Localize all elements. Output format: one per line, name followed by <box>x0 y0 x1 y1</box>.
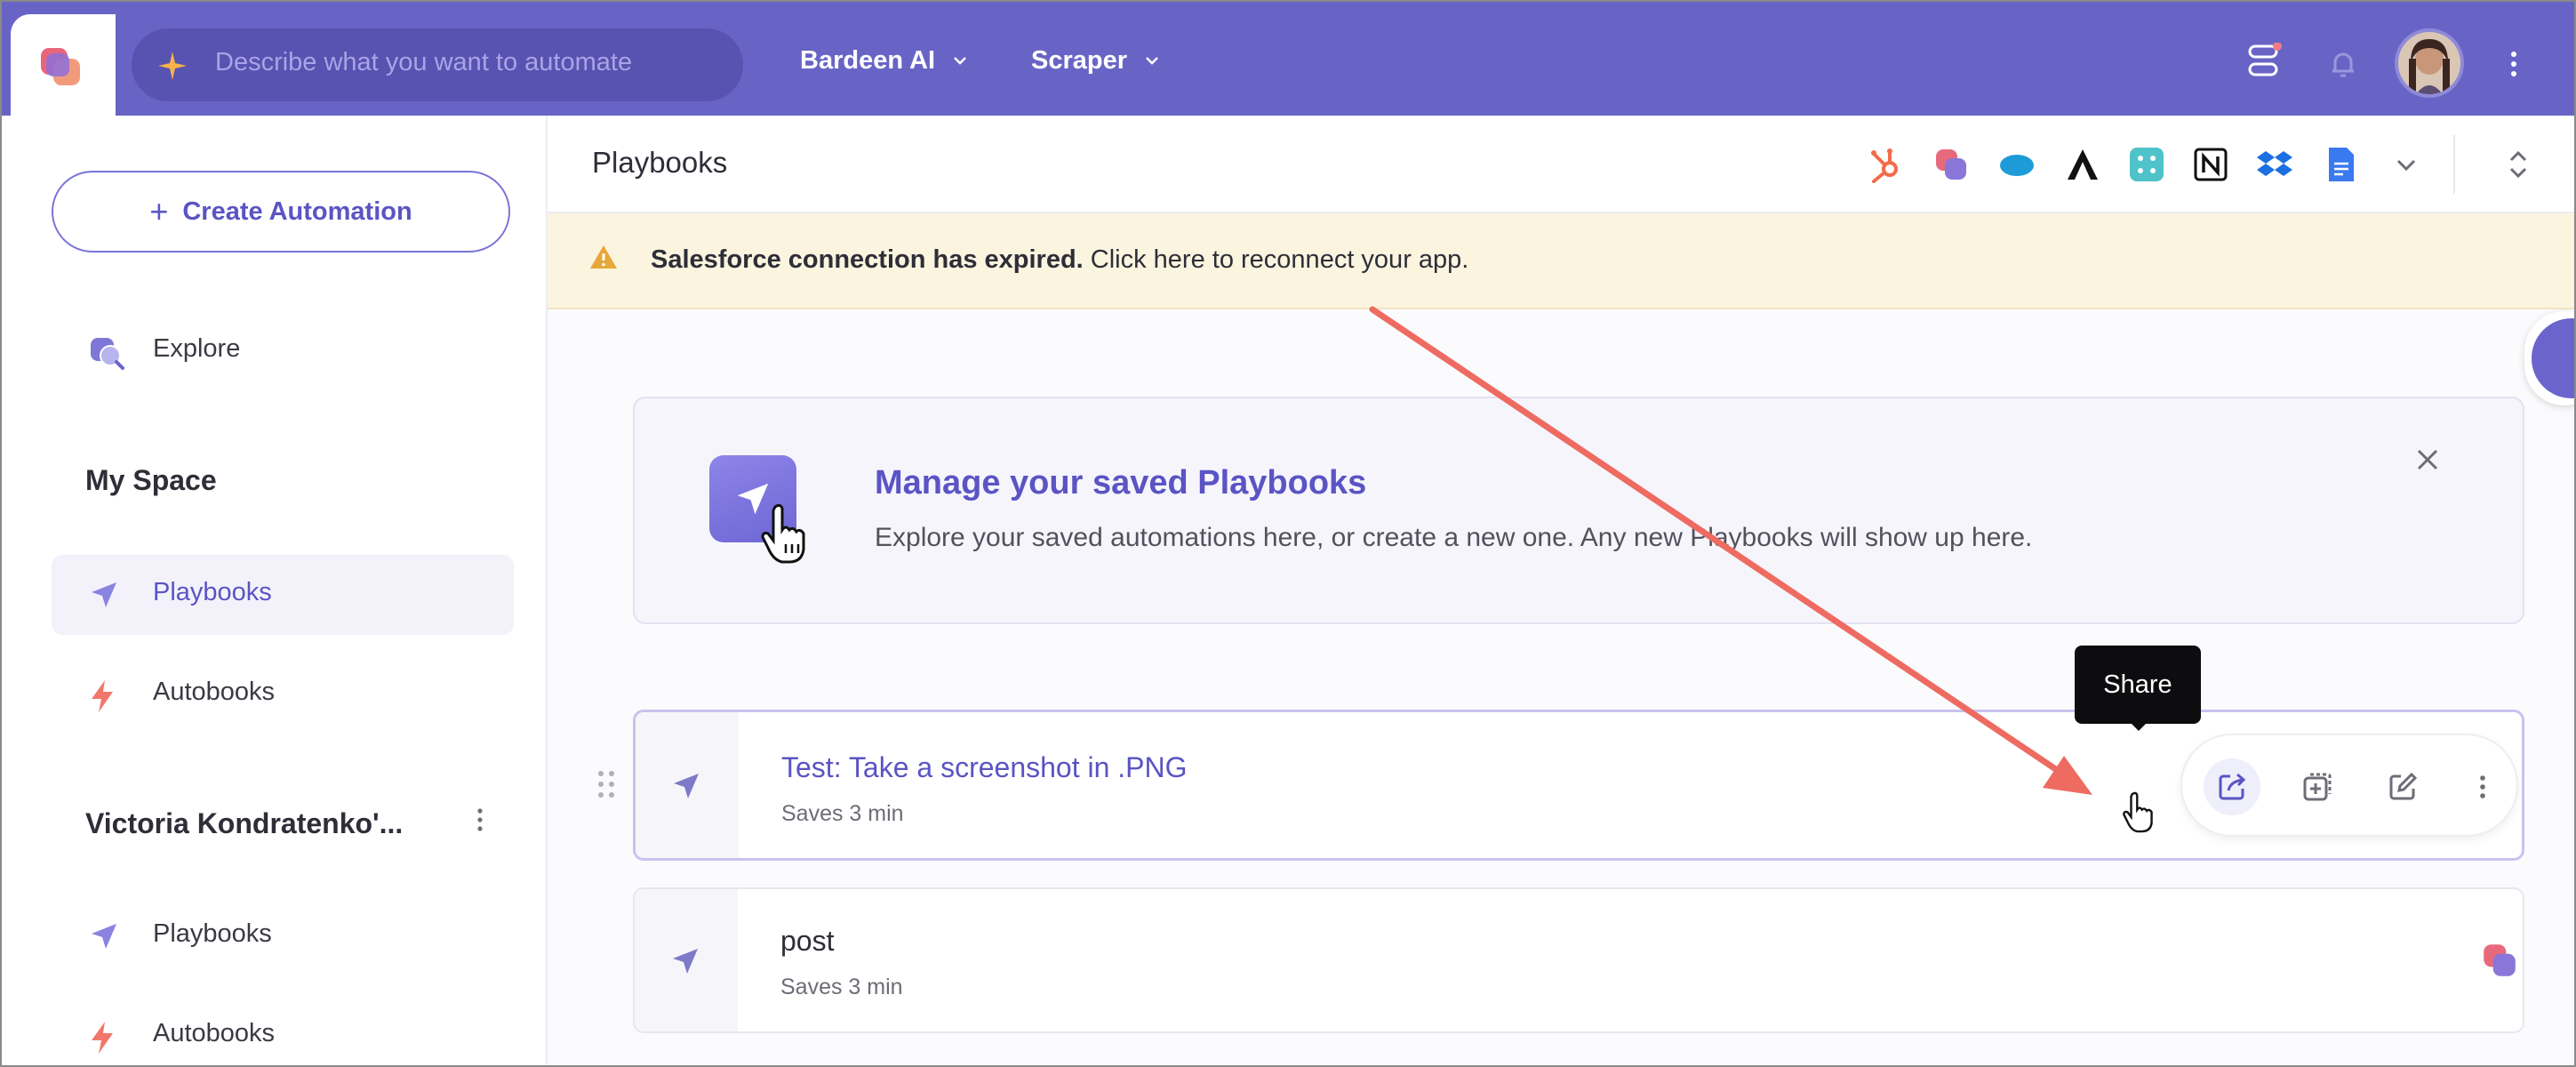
duplicate-button[interactable] <box>2289 758 2346 815</box>
explore-label: Explore <box>153 334 241 363</box>
reconnect-alert[interactable]: Salesforce connection has expired. Click… <box>548 213 2574 309</box>
share-tooltip: Share <box>2075 646 2201 731</box>
main-content: Playbooks Salesforce connection has expi… <box>548 116 2574 1065</box>
playbook-name[interactable]: post <box>780 925 834 958</box>
row-actions <box>2180 734 2518 837</box>
row-more-button[interactable] <box>2454 758 2511 815</box>
create-automation-label: Create Automation <box>182 197 412 226</box>
bardeen-logo-icon <box>41 48 80 85</box>
explore-icon <box>91 338 124 370</box>
autobooks-label: Autobooks <box>153 678 276 706</box>
edit-icon <box>2389 772 2418 800</box>
dropbox-icon[interactable] <box>2256 146 2293 183</box>
bardeen-icon[interactable] <box>1932 146 1970 183</box>
sparkle-icon <box>158 52 187 80</box>
page-title: Playbooks <box>592 146 728 179</box>
top-bar: Describe what you want to automate Barde… <box>2 2 2574 116</box>
main-header: Playbooks <box>548 116 2574 213</box>
row-type-cell <box>636 712 739 858</box>
workspace-more-icon[interactable] <box>475 807 485 832</box>
info-card-body: Explore your saved automations here, or … <box>875 523 2033 552</box>
google-docs-icon[interactable] <box>2322 146 2359 183</box>
edit-button[interactable] <box>2374 758 2431 815</box>
chevron-down-icon <box>954 57 966 65</box>
table-row[interactable]: post Saves 3 min <box>633 887 2524 1033</box>
notion-icon[interactable] <box>2192 146 2229 183</box>
app-window: Describe what you want to automate Barde… <box>0 0 2576 1067</box>
chevron-down-icon[interactable] <box>2388 146 2425 183</box>
info-card-heading: Manage your saved Playbooks <box>875 464 1367 501</box>
help-tab-inner <box>2532 318 2574 398</box>
playbook-arrow-icon <box>674 774 699 798</box>
user-photo <box>2398 32 2460 94</box>
salesforce-icon[interactable] <box>1998 146 2036 183</box>
sidebar-item-workspace-playbooks[interactable]: Playbooks <box>52 896 514 976</box>
duplicate-icon <box>2303 773 2332 801</box>
more-vertical-icon[interactable] <box>2507 50 2521 78</box>
row-type-cell <box>635 889 738 1031</box>
bardeen-icon <box>2484 944 2516 976</box>
expand-collapse-icon[interactable] <box>2500 146 2537 183</box>
table-row[interactable]: Test: Take a screenshot in .PNG Saves 3 … <box>633 710 2524 861</box>
sidebar-item-playbooks[interactable]: Playbooks <box>52 555 514 635</box>
alert-text: Click here to reconnect your app. <box>1083 245 1469 274</box>
playbooks-label: Playbooks <box>153 578 272 606</box>
playbook-arrow-icon <box>92 924 116 949</box>
plus-icon: + <box>149 193 169 229</box>
clearbit-icon[interactable] <box>2128 146 2165 183</box>
bolt-icon <box>92 1022 113 1054</box>
playbook-arrow-icon <box>673 949 698 974</box>
share-icon <box>2219 773 2246 800</box>
bell-icon[interactable] <box>2327 48 2359 80</box>
scraper-menu[interactable]: Scraper <box>1031 46 1159 76</box>
time-saved: Saves 3 min <box>780 975 903 999</box>
create-automation-button[interactable]: + Create Automation <box>52 171 510 253</box>
header-divider <box>2453 135 2455 194</box>
apollo-icon[interactable] <box>2064 146 2101 183</box>
search-placeholder: Describe what you want to automate <box>215 48 633 76</box>
my-space-heading: My Space <box>85 464 217 496</box>
workspace-autobooks-label: Autobooks <box>153 1019 276 1047</box>
chevron-down-icon <box>1146 57 1158 65</box>
scraper-label: Scraper <box>1031 46 1128 75</box>
sidebar-item-autobooks[interactable]: Autobooks <box>52 654 514 734</box>
sidebar: + Create Automation Explore My Space Play… <box>11 116 548 1065</box>
hand-cursor-icon <box>2123 791 2153 833</box>
info-card: Manage your saved Playbooks Explore your… <box>633 397 2524 624</box>
bolt-icon <box>92 680 113 712</box>
more-vertical-icon <box>2480 775 2485 798</box>
alert-message: Salesforce connection has expired. Click… <box>651 245 1468 275</box>
tasks-icon[interactable] <box>2247 43 2283 82</box>
hubspot-icon[interactable] <box>1868 146 1906 183</box>
alert-bold: Salesforce connection has expired. <box>651 245 1084 274</box>
workspace-heading: Victoria Kondratenko'... <box>85 807 404 839</box>
logo[interactable] <box>11 14 116 116</box>
sidebar-item-explore[interactable]: Explore <box>52 311 514 391</box>
sidebar-item-workspace-autobooks[interactable]: Autobooks <box>52 996 514 1065</box>
bardeen-ai-menu[interactable]: Bardeen AI <box>800 46 967 76</box>
avatar[interactable] <box>2395 28 2464 98</box>
bardeen-ai-label: Bardeen AI <box>800 46 936 75</box>
playbook-arrow-icon <box>92 582 116 607</box>
time-saved: Saves 3 min <box>781 801 904 826</box>
drag-handle-icon[interactable] <box>596 768 617 800</box>
close-icon[interactable] <box>2414 446 2441 473</box>
automation-prompt-input[interactable]: Describe what you want to automate <box>132 28 743 101</box>
workspace-playbooks-label: Playbooks <box>153 919 272 948</box>
hand-cursor-icon <box>761 503 805 564</box>
playbook-name[interactable]: Test: Take a screenshot in .PNG <box>781 751 1188 784</box>
warning-icon <box>590 245 617 269</box>
share-button[interactable] <box>2204 758 2260 815</box>
